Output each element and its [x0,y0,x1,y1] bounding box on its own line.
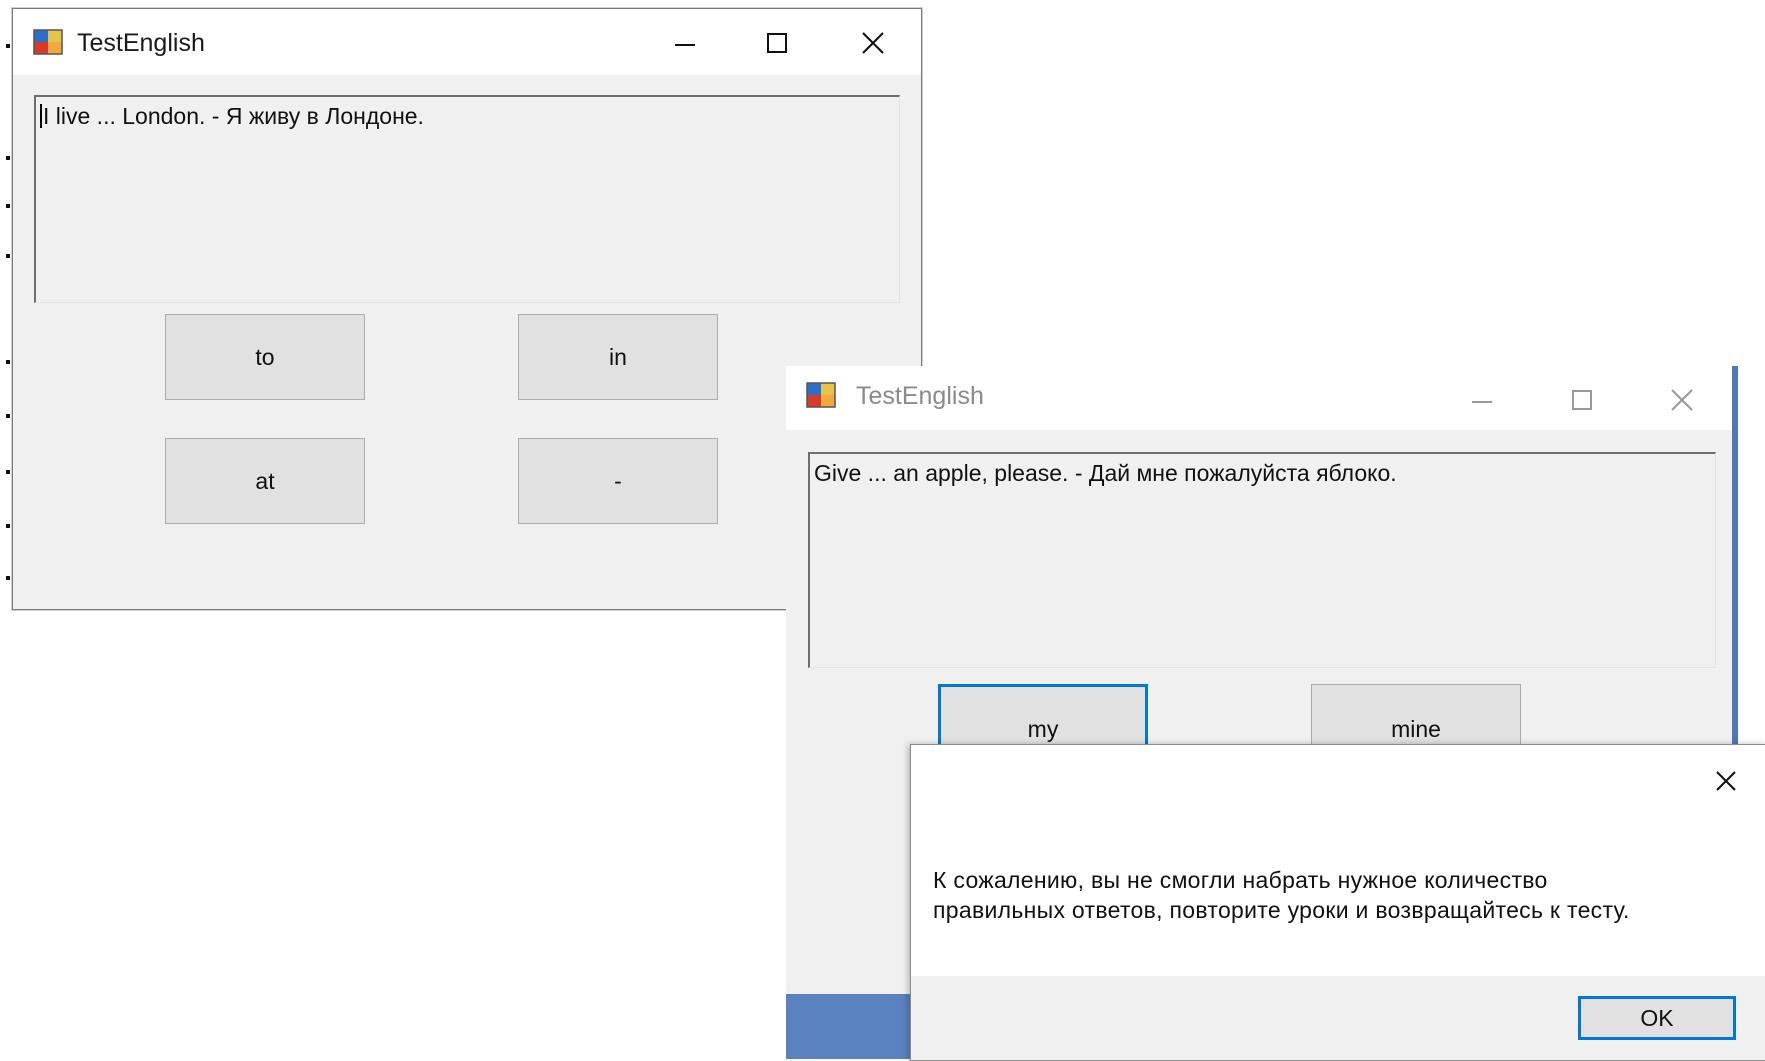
close-button[interactable] [1706,761,1746,801]
background-speck [6,576,10,580]
answer-button-to[interactable]: to [165,314,365,400]
background-speck [6,414,10,418]
background-speck [6,524,10,528]
message-line-1: К сожалению, вы не смогли набрать нужное… [933,867,1548,893]
message-text: К сожалению, вы не смогли набрать нужное… [933,865,1733,925]
answer-button-at[interactable]: at [165,438,365,524]
window-title: TestEnglish [77,29,205,57]
maximize-button[interactable] [757,23,797,63]
window-title: TestEnglish [856,382,984,410]
question-textbox[interactable]: I live ... London. - Я живу в Лондоне. [34,95,900,303]
close-icon [1671,389,1693,411]
title-bar[interactable]: TestEnglish [13,9,921,75]
text-caret [40,104,42,128]
maximize-button[interactable] [1562,380,1602,420]
maximize-icon [767,33,787,53]
title-bar[interactable]: TestEnglish [786,366,1738,430]
background-speck [6,254,10,258]
close-icon [862,32,884,54]
background-speck [6,360,10,364]
background-speck [6,470,10,474]
ok-button[interactable]: OK [1578,996,1736,1040]
close-button[interactable] [853,23,893,63]
app-icon [806,380,836,410]
minimize-button[interactable] [665,23,705,63]
message-line-2: правильных ответов, повторите уроки и во… [933,897,1630,923]
message-box-dialog: К сожалению, вы не смогли набрать нужное… [910,744,1765,1061]
close-button[interactable] [1662,380,1702,420]
answer-button-dash[interactable]: - [518,438,718,524]
question-text: I live ... London. - Я живу в Лондоне. [43,103,424,129]
minimize-icon [1472,401,1492,403]
app-icon [33,27,63,57]
question-text: Give ... an apple, please. - Дай мне пож… [814,460,1397,486]
maximize-icon [1572,390,1592,410]
close-icon [1716,771,1736,791]
question-textbox[interactable]: Give ... an apple, please. - Дай мне пож… [808,452,1716,668]
background-speck [6,44,10,48]
minimize-button[interactable] [1462,380,1502,420]
background-speck [6,204,10,208]
dialog-footer: OK [911,976,1765,1060]
minimize-icon [675,44,695,46]
answer-button-in[interactable]: in [518,314,718,400]
background-speck [6,156,10,160]
